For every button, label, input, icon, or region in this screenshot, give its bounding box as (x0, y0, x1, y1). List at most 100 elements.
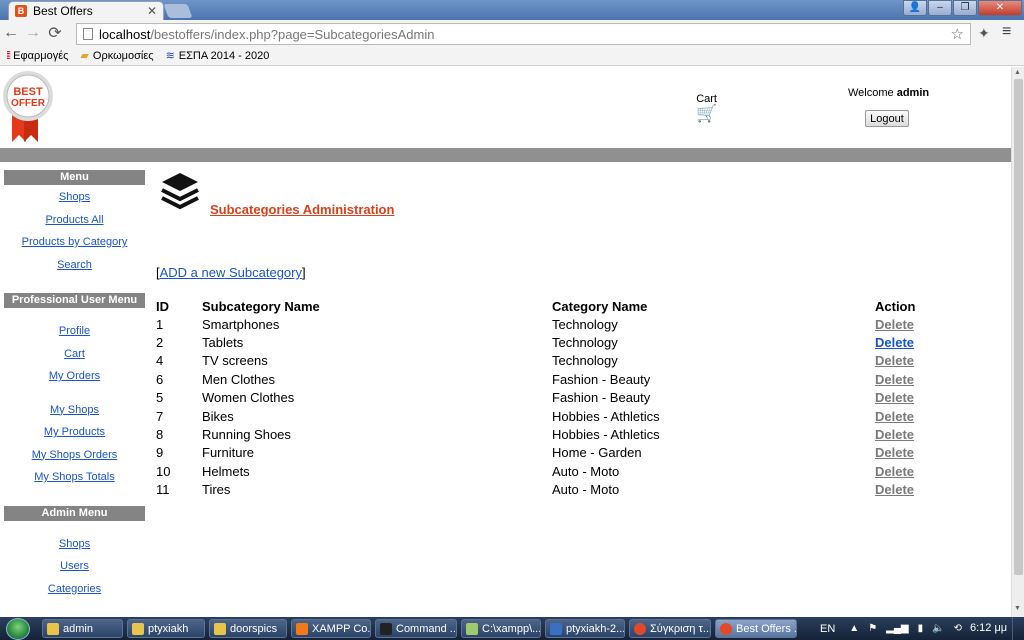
show-desktop-button[interactable] (1012, 617, 1024, 640)
network-icon[interactable]: ▂▄▆ (886, 623, 908, 634)
taskbar-item-ptyxiakh-doc[interactable]: ptyxiakh-2... (545, 619, 625, 638)
taskbar-item-command[interactable]: Command ... (375, 619, 457, 638)
cell-category: Auto - Moto (552, 482, 620, 498)
taskbar-item-xampp[interactable]: XAMPP Co... (291, 619, 371, 638)
tab-close-icon[interactable]: ✕ (147, 4, 157, 18)
sidebar-link-cart[interactable]: Cart (4, 343, 145, 366)
delete-link[interactable]: Delete (875, 445, 914, 460)
browser-menu-icon[interactable]: ≡ (1002, 23, 1011, 41)
action-center-flag-icon[interactable]: ⚑ (868, 623, 877, 634)
table-header-row: ID Subcategory Name Category Name Action (156, 297, 915, 315)
sync-icon[interactable]: ⟲ (954, 623, 962, 634)
delete-link[interactable]: Delete (875, 482, 914, 497)
column-header-id: ID (156, 298, 169, 314)
table-row: 2 Tablets Technology Delete (156, 333, 915, 351)
taskbar-item-xampp-folder[interactable]: C:\xampp\... (461, 619, 541, 638)
sidebar-link-my-shops-totals[interactable]: My Shops Totals (4, 466, 145, 489)
language-indicator[interactable]: EN (820, 623, 835, 635)
new-tab-button[interactable] (163, 4, 193, 18)
user-icon[interactable]: 👤 (903, 0, 927, 16)
taskbar-item-chrome-compare[interactable]: Σύγκριση τ... (629, 619, 711, 638)
forward-arrow-icon[interactable]: → (22, 24, 44, 42)
address-bar[interactable]: localhost/bestoffers/index.php?page=Subc… (76, 23, 971, 45)
sidebar-link-my-shops[interactable]: My Shops (4, 399, 145, 422)
taskbar-item-ptyxiakh[interactable]: ptyxiakh (127, 619, 205, 638)
restore-icon[interactable]: ❐ (953, 0, 977, 16)
welcome-message: Welcome admin (848, 87, 929, 99)
close-window-icon[interactable]: ✕ (978, 0, 1022, 16)
sidebar-link-products-by-category[interactable]: Products by Category (4, 231, 145, 254)
minimize-icon[interactable]: – (928, 0, 952, 16)
delete-link[interactable]: Delete (875, 317, 914, 332)
bookmark-folder[interactable]: ▰ Ορκωμοσίες (80, 49, 153, 63)
notepad-icon (466, 622, 478, 635)
cell-category: Hobbies - Athletics (552, 408, 660, 424)
cell-id: 2 (156, 335, 164, 351)
bookmark-star-icon[interactable]: ☆ (951, 25, 964, 43)
page-scrollbar[interactable]: ▲ ▼ (1011, 67, 1024, 617)
folder-icon (132, 622, 144, 635)
taskbar-item-doorspics[interactable]: doorspics (209, 619, 287, 638)
delete-link[interactable]: Delete (875, 335, 914, 350)
scroll-down-icon[interactable]: ▼ (1014, 605, 1021, 612)
cell-category: Home - Garden (552, 445, 642, 461)
sidebar-link-products-all[interactable]: Products All (4, 209, 145, 232)
column-header-action: Action (875, 298, 916, 314)
sidebar-link-my-shops-orders[interactable]: My Shops Orders (4, 444, 145, 467)
taskbar-item-best-offers[interactable]: Best Offers ... (715, 619, 797, 638)
xampp-icon (296, 622, 308, 635)
taskbar-label: Command ... (396, 622, 457, 635)
sidebar-link-shops[interactable]: Shops (4, 186, 145, 209)
start-button[interactable] (0, 617, 38, 640)
sidebar-link-my-orders[interactable]: My Orders (4, 365, 145, 388)
delete-link[interactable]: Delete (875, 372, 914, 387)
delete-link[interactable]: Delete (875, 427, 914, 442)
sidebar-link-search[interactable]: Search (4, 254, 145, 277)
bookmark-apps[interactable]: ⁞⁞⁞ Εφαρμογές (6, 50, 68, 62)
windows-logo-icon (6, 618, 30, 640)
battery-icon[interactable]: ▮ (918, 623, 924, 634)
tab-title: Best Offers (33, 4, 93, 18)
extension-icon[interactable]: ✦ (978, 25, 990, 42)
bookmark-espa[interactable]: ≋ ΕΣΠΑ 2014 - 2020 (165, 49, 270, 63)
cell-category: Technology (552, 316, 618, 332)
delete-link[interactable]: Delete (875, 353, 914, 368)
bracket-close: ] (301, 265, 306, 280)
sidebar-link-my-products[interactable]: My Products (4, 421, 145, 444)
cell-subcategory: TV screens (202, 353, 268, 369)
reload-icon[interactable]: ⟳ (44, 23, 66, 43)
sidebar-heading-menu: Menu (4, 170, 145, 185)
add-subcategory-link[interactable]: ADD a new Subcategory (160, 265, 302, 280)
page-title[interactable]: Subcategories Administration (210, 202, 394, 217)
browser-tab-active[interactable]: B Best Offers ✕ (8, 1, 164, 20)
clock[interactable]: 6:12 μμ (970, 622, 1007, 634)
sidebar: Menu Shops Products All Products by Cate… (4, 170, 145, 600)
back-arrow-icon[interactable]: ← (0, 24, 22, 42)
table-row: 4 TV screens Technology Delete (156, 352, 915, 370)
sidebar-link-admin-categories[interactable]: Categories (4, 578, 145, 601)
scroll-up-icon[interactable]: ▲ (1014, 69, 1021, 76)
delete-link[interactable]: Delete (875, 390, 914, 405)
cell-subcategory: Furniture (202, 445, 255, 461)
logout-button[interactable]: Logout (865, 110, 909, 127)
volume-icon[interactable]: 🔈 (932, 623, 944, 634)
chrome-icon (634, 622, 646, 635)
sidebar-link-admin-shops[interactable]: Shops (4, 533, 145, 556)
windows-taskbar: admin ptyxiakh doorspics XAMPP Co... Com… (0, 617, 1024, 640)
bookmark-label: Εφαρμογές (13, 49, 69, 62)
delete-link[interactable]: Delete (875, 409, 914, 424)
sidebar-heading-professional: Professional User Menu (4, 293, 145, 308)
cell-id: 9 (156, 445, 164, 461)
header-cart-link[interactable]: Cart 🛒 (696, 93, 717, 124)
page-icon (83, 28, 93, 40)
folder-icon (214, 622, 226, 635)
scrollbar-thumb[interactable] (1014, 79, 1023, 575)
sidebar-link-admin-users[interactable]: Users (4, 555, 145, 578)
delete-link[interactable]: Delete (875, 464, 914, 479)
subcategories-table: ID Subcategory Name Category Name Action… (156, 297, 915, 499)
show-hidden-icons-icon[interactable]: ▲ (849, 623, 859, 634)
cell-category: Fashion - Beauty (552, 390, 651, 406)
taskbar-item-admin[interactable]: admin (42, 619, 123, 638)
flag-icon: ≋ (165, 50, 175, 62)
sidebar-link-profile[interactable]: Profile (4, 320, 145, 343)
